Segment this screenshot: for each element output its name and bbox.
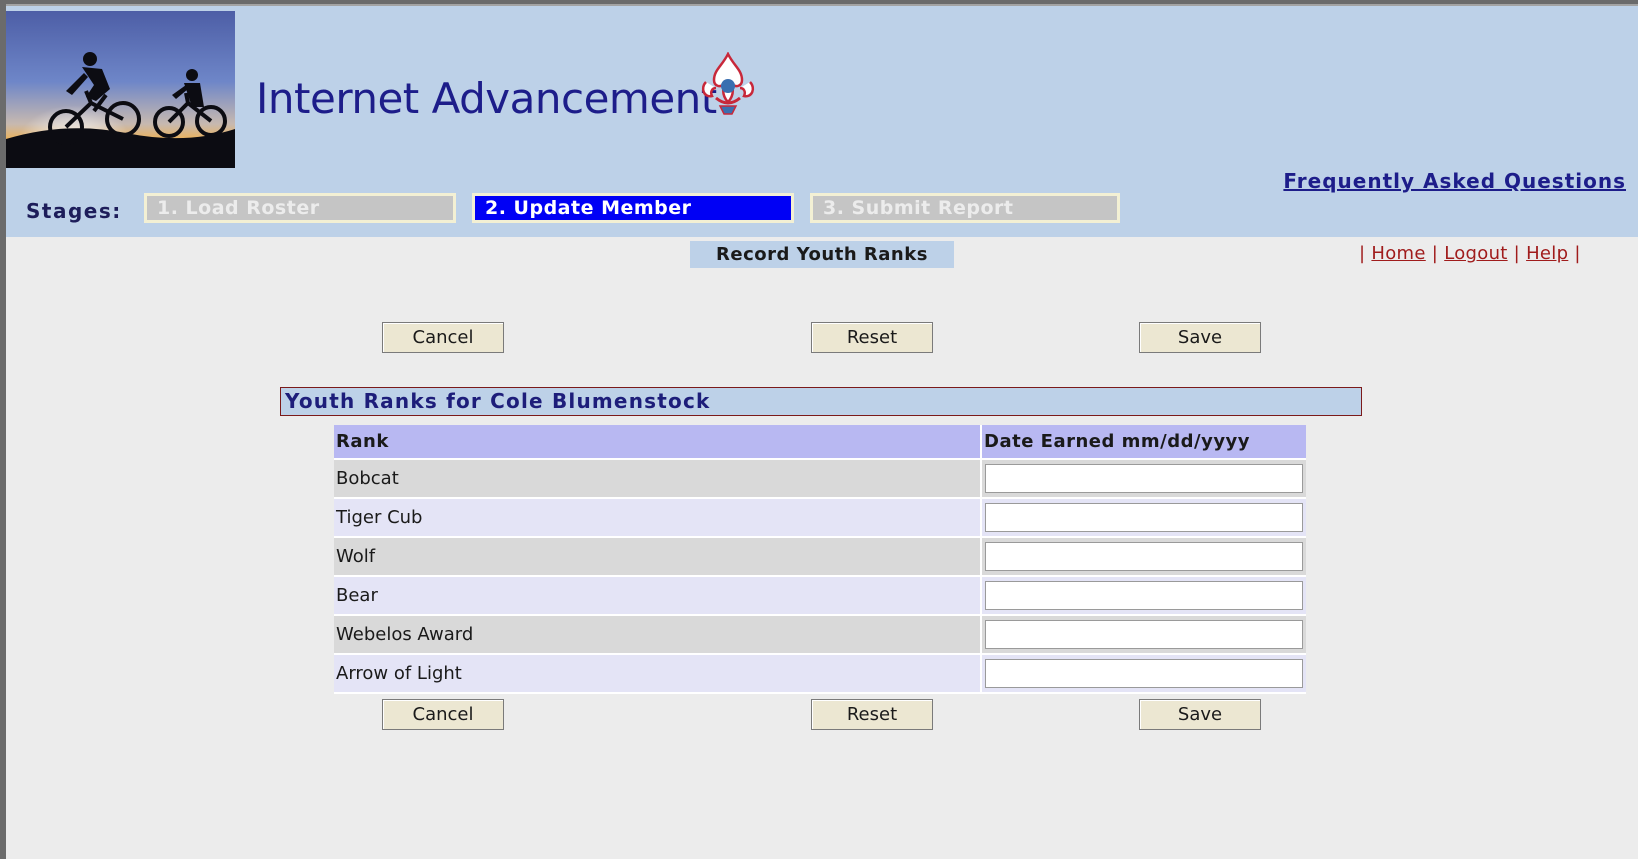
app-window: Internet Advancement Frequently Asked Qu… <box>6 4 1638 859</box>
save-button-bottom[interactable]: Save <box>1139 699 1261 730</box>
table-header-row: Rank Date Earned mm/dd/yyyy <box>334 425 1306 460</box>
link-separator: | <box>1359 243 1366 264</box>
date-column-header: Date Earned mm/dd/yyyy <box>981 425 1306 460</box>
date-earned-input-wolf[interactable] <box>985 542 1303 571</box>
home-link[interactable]: Home <box>1371 243 1425 264</box>
stage-load-roster[interactable]: 1. Load Roster <box>144 193 456 223</box>
stage-update-member[interactable]: 2. Update Member <box>472 193 794 223</box>
logout-link[interactable]: Logout <box>1444 243 1507 264</box>
youth-ranks-header: Youth Ranks for Cole Blumenstock <box>280 387 1362 416</box>
table-row: Wolf <box>334 537 1306 577</box>
reset-button-bottom[interactable]: Reset <box>811 699 933 730</box>
stages-label: Stages: <box>26 199 122 223</box>
date-earned-input-webelos-award[interactable] <box>985 620 1303 649</box>
date-cell <box>981 615 1306 655</box>
youth-ranks-table: Rank Date Earned mm/dd/yyyy Bobcat Tiger… <box>334 425 1306 694</box>
scout-emblem-icon <box>698 51 758 118</box>
cancel-button-bottom[interactable]: Cancel <box>382 699 504 730</box>
table-row: Tiger Cub <box>334 498 1306 538</box>
rank-name: Arrow of Light <box>334 654 982 694</box>
bicycle-riders-banner-image <box>6 11 235 168</box>
link-separator: | <box>1574 243 1581 264</box>
rank-name: Bobcat <box>334 459 982 499</box>
rank-name: Bear <box>334 576 982 616</box>
rank-name: Tiger Cub <box>334 498 982 538</box>
rank-column-header: Rank <box>334 425 982 460</box>
table-row: Bear <box>334 576 1306 616</box>
nav-links: | Home | Logout | Help | <box>1359 243 1581 264</box>
date-earned-input-arrow-of-light[interactable] <box>985 659 1303 688</box>
link-separator: | <box>1431 243 1439 264</box>
link-separator: | <box>1513 243 1521 264</box>
help-link[interactable]: Help <box>1526 243 1568 264</box>
date-earned-input-bobcat[interactable] <box>985 464 1303 493</box>
date-earned-input-tiger-cub[interactable] <box>985 503 1303 532</box>
rank-name: Wolf <box>334 537 982 577</box>
stage-submit-report[interactable]: 3. Submit Report <box>810 193 1120 223</box>
date-cell <box>981 576 1306 616</box>
section-title: Record Youth Ranks <box>690 241 954 268</box>
cancel-button-top[interactable]: Cancel <box>382 322 504 353</box>
date-earned-input-bear[interactable] <box>985 581 1303 610</box>
date-cell <box>981 654 1306 694</box>
table-row: Bobcat <box>334 459 1306 499</box>
date-cell <box>981 498 1306 538</box>
page-header: Internet Advancement Frequently Asked Qu… <box>6 4 1638 237</box>
reset-button-top[interactable]: Reset <box>811 322 933 353</box>
app-title: Internet Advancement <box>256 74 717 123</box>
date-cell <box>981 537 1306 577</box>
table-row: Webelos Award <box>334 615 1306 655</box>
table-row: Arrow of Light <box>334 654 1306 694</box>
faq-link[interactable]: Frequently Asked Questions <box>1283 169 1626 193</box>
save-button-top[interactable]: Save <box>1139 322 1261 353</box>
date-cell <box>981 459 1306 499</box>
rank-name: Webelos Award <box>334 615 982 655</box>
top-border <box>6 4 1638 6</box>
